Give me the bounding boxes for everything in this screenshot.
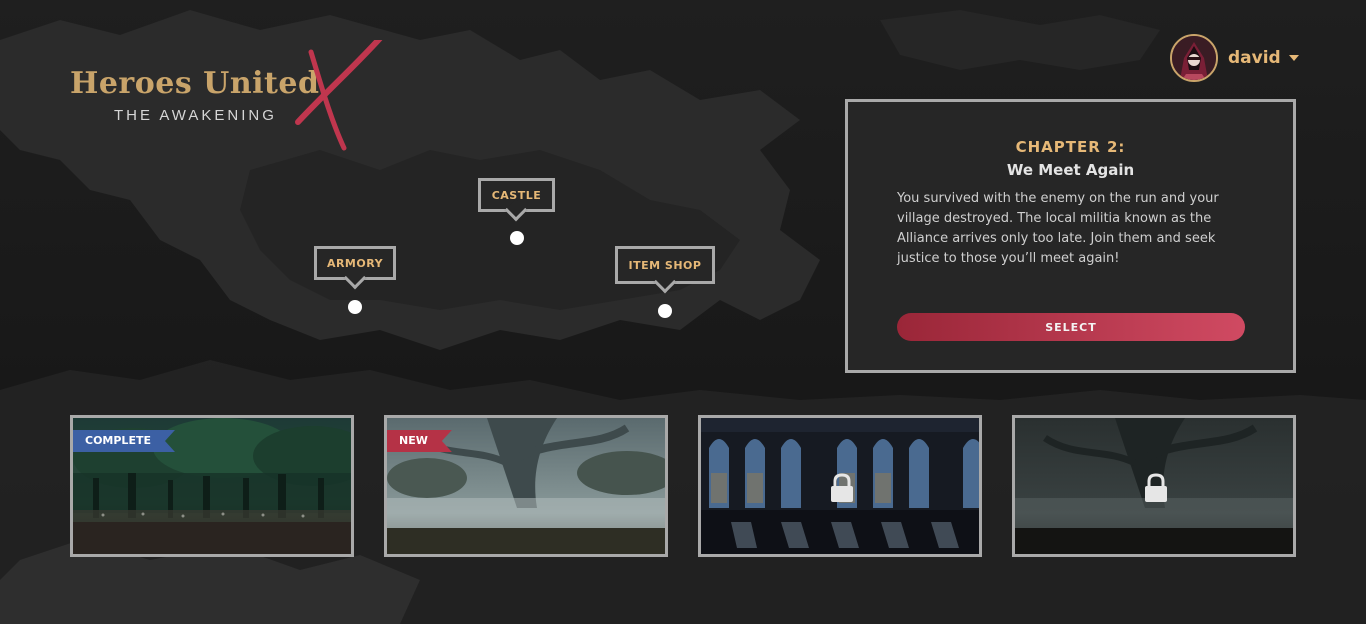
user-name[interactable]: david — [1228, 48, 1281, 68]
chapter-description: You survived with the enemy on the run a… — [897, 191, 1219, 266]
marker-label: ITEM SHOP — [628, 258, 702, 272]
user-menu[interactable]: david — [1170, 34, 1299, 82]
location-dot[interactable] — [658, 304, 672, 318]
game-logo: Heroes United THE AWAKENING — [66, 40, 396, 160]
lock-icon — [1145, 473, 1167, 502]
hooded-hero-avatar-icon — [1172, 36, 1216, 80]
level-card-2[interactable]: NEW — [384, 415, 668, 557]
select-chapter-button[interactable]: SELECT — [897, 313, 1245, 341]
level-card-4-locked[interactable] — [1012, 415, 1296, 557]
location-dot[interactable] — [348, 300, 362, 314]
logo-x-mark — [295, 40, 383, 151]
chapter-title: We Meet Again — [1006, 161, 1135, 179]
level-card-1[interactable]: COMPLETE — [70, 415, 354, 557]
logo-subtitle: THE AWAKENING — [114, 107, 277, 124]
location-dot[interactable] — [510, 231, 524, 245]
lock-icon — [831, 473, 853, 502]
status-badge-complete: COMPLETE — [73, 430, 175, 452]
user-avatar[interactable] — [1170, 34, 1218, 82]
level-card-3-locked[interactable] — [698, 415, 982, 557]
chapter-info-panel: CHAPTER 2: We Meet Again You survived wi… — [845, 99, 1296, 373]
chapter-number: CHAPTER 2: — [1015, 138, 1126, 156]
caret-down-icon[interactable] — [1288, 55, 1299, 61]
